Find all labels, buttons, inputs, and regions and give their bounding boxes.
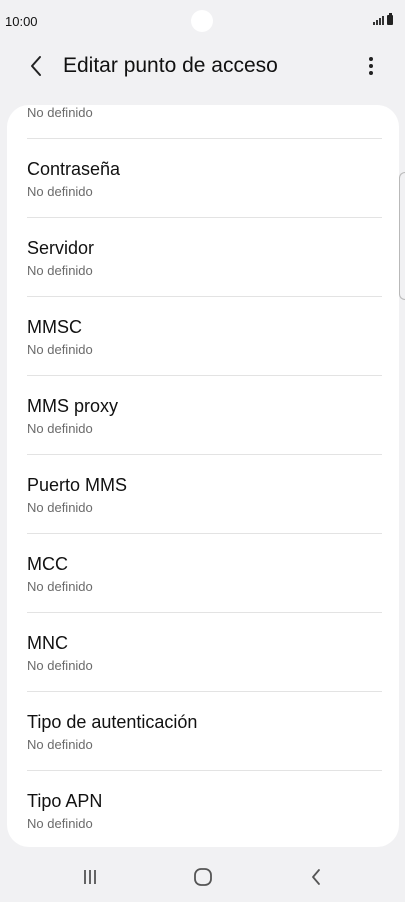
signal-icon bbox=[373, 15, 384, 25]
list-item-servidor[interactable]: Servidor No definido bbox=[7, 217, 399, 296]
back-button[interactable] bbox=[22, 52, 50, 80]
home-icon bbox=[194, 868, 212, 886]
recents-icon bbox=[84, 870, 96, 884]
list-item-title: MMSC bbox=[27, 317, 82, 337]
list-item-value: No definido bbox=[27, 737, 93, 752]
more-options-button[interactable] bbox=[361, 52, 381, 80]
settings-list: Contraseña No definido Servidor No defin… bbox=[7, 138, 399, 847]
list-item-value: No definido bbox=[27, 105, 93, 120]
camera-cutout bbox=[191, 10, 213, 32]
list-item-partial[interactable]: No definido bbox=[7, 105, 399, 138]
divider bbox=[27, 296, 382, 297]
list-item-value: No definido bbox=[27, 658, 93, 673]
divider bbox=[27, 138, 382, 139]
list-item-tipo-apn[interactable]: Tipo APN No definido bbox=[7, 770, 399, 847]
list-item-value: No definido bbox=[27, 342, 93, 357]
list-item-tipo-autenticacion[interactable]: Tipo de autenticación No definido bbox=[7, 691, 399, 770]
home-button[interactable] bbox=[183, 864, 223, 890]
list-item-value: No definido bbox=[27, 579, 93, 594]
list-item-mnc[interactable]: MNC No definido bbox=[7, 612, 399, 691]
back-icon bbox=[312, 869, 320, 885]
list-item-title: Servidor bbox=[27, 238, 95, 258]
scrollbar[interactable] bbox=[399, 172, 405, 300]
divider bbox=[27, 454, 382, 455]
list-item-value: No definido bbox=[27, 500, 93, 515]
status-time: 10:00 bbox=[5, 14, 38, 29]
more-vertical-icon bbox=[369, 57, 373, 75]
status-icons bbox=[373, 13, 393, 25]
list-item-title: MMS proxy bbox=[27, 396, 119, 416]
chevron-left-icon bbox=[31, 56, 41, 76]
status-bar: 10:00 bbox=[0, 0, 405, 44]
list-item-value: No definido bbox=[27, 816, 93, 831]
divider bbox=[27, 533, 382, 534]
recents-button[interactable] bbox=[70, 864, 110, 890]
list-item-title: Tipo APN bbox=[27, 791, 103, 811]
list-item-puerto-mms[interactable]: Puerto MMS No definido bbox=[7, 454, 399, 533]
list-item-title: MNC bbox=[27, 633, 68, 653]
list-item-value: No definido bbox=[27, 184, 93, 199]
app-bar: Editar punto de acceso bbox=[0, 44, 405, 88]
battery-icon bbox=[387, 13, 393, 25]
list-item-title: MCC bbox=[27, 554, 68, 574]
list-item-value: No definido bbox=[27, 421, 93, 436]
list-item-mms-proxy[interactable]: MMS proxy No definido bbox=[7, 375, 399, 454]
navigation-bar bbox=[0, 850, 405, 902]
list-item-value: No definido bbox=[27, 263, 93, 278]
divider bbox=[27, 612, 382, 613]
list-item-contrasena[interactable]: Contraseña No definido bbox=[7, 138, 399, 217]
list-item-title: Tipo de autenticación bbox=[27, 712, 198, 732]
list-item-mcc[interactable]: MCC No definido bbox=[7, 533, 399, 612]
list-item-title: Puerto MMS bbox=[27, 475, 128, 495]
divider bbox=[27, 770, 382, 771]
divider bbox=[27, 691, 382, 692]
nav-back-button[interactable] bbox=[296, 864, 336, 890]
divider bbox=[27, 375, 382, 376]
page-title: Editar punto de acceso bbox=[63, 54, 278, 77]
list-item-title: Contraseña bbox=[27, 159, 121, 179]
divider bbox=[27, 217, 382, 218]
list-item-mmsc[interactable]: MMSC No definido bbox=[7, 296, 399, 375]
settings-list-card: No definido Contraseña No definido Servi… bbox=[7, 105, 399, 847]
